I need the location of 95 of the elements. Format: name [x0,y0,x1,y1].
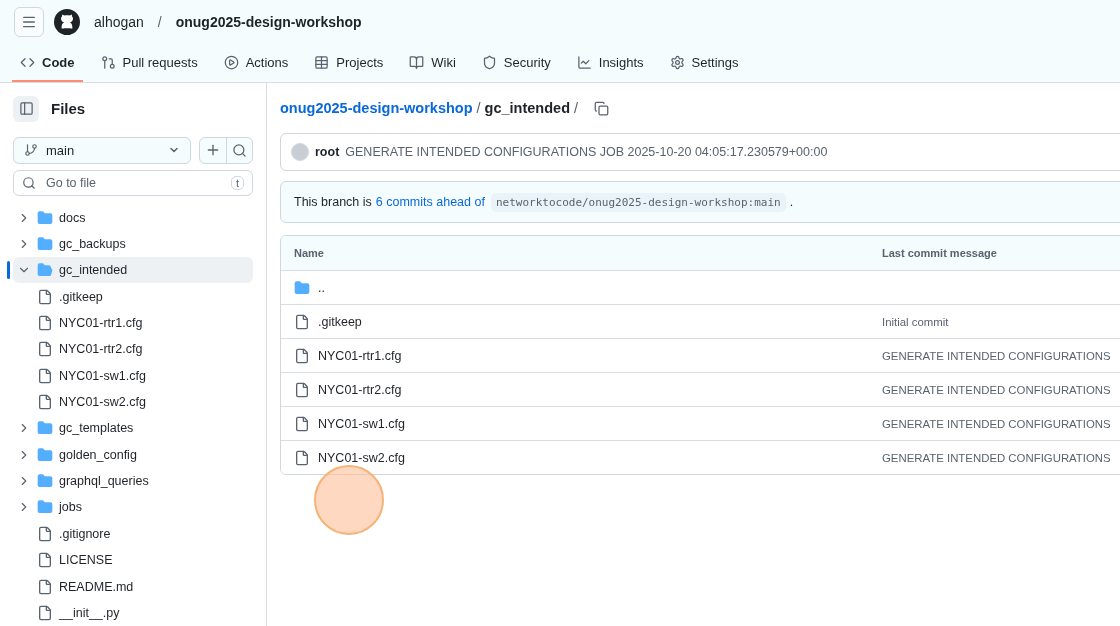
breadcrumb-separator: / [574,100,579,116]
folder-icon [37,262,53,279]
commit-message-cell[interactable]: GENERATE INTENDED CONFIGURATIONS [882,383,1120,396]
folder-icon [37,473,53,490]
file-icon [294,347,310,364]
current-folder: gc_intended [484,100,570,116]
file-icon [294,415,310,432]
repo-tab[interactable]: Insights [568,44,652,82]
repo-tab[interactable]: Projects [306,44,392,82]
commit-message: GENERATE INTENDED CONFIGURATIONS JOB 2025-10-20 04:05:17.230579+00:00 [345,145,828,159]
table-icon [314,54,330,70]
column-header: Name [294,247,325,259]
branch-ref: networktocode/onug2025-design-workshop:main [490,192,786,212]
file-item[interactable]: NYC01-sw2.cfg [13,388,253,416]
folder-item[interactable]: gc_backups [13,230,253,258]
commit-message-cell[interactable]: GENERATE INTENDED CONFIGURATIONS [882,451,1120,464]
search-icon [22,176,36,190]
file-link[interactable]: NYC01-sw1.cfg [318,416,405,431]
file-icon [37,367,53,384]
file-item[interactable]: NYC01-sw1.cfg [13,362,253,389]
go-to-file-field[interactable]: Go to file t [13,169,253,197]
chart-icon [576,54,592,70]
file-icon [37,552,53,569]
file-icon [294,449,310,466]
column-header: Last commit message [882,247,998,259]
search-icon [232,142,247,158]
file-item[interactable]: NYC01-rtr1.cfg [13,309,253,337]
file-icon [294,313,310,330]
breadcrumb-separator: / [476,100,481,116]
folder-icon [37,209,53,226]
folder-icon [294,279,310,296]
commit-message-cell[interactable]: GENERATE INTENDED CONFIGURATIONS [882,349,1120,362]
files-title: Files [51,100,86,118]
commits-ahead-link[interactable]: 6 commits ahead of [375,195,485,209]
pull-request-icon [100,54,116,70]
file-item[interactable]: .gitignore [13,520,253,547]
notice-text: This branch is [294,195,372,209]
folder-item[interactable]: gc_templates [13,415,253,442]
repo-tab[interactable]: Security [473,44,559,82]
play-icon [223,54,239,70]
avatar-icon [291,143,309,161]
go-to-file-input[interactable]: Go to file [44,175,223,191]
folder-item[interactable]: docs [13,204,253,231]
commit-author[interactable]: root [315,145,340,159]
copy-icon [594,100,610,116]
file-link[interactable]: .gitkeep [318,314,362,329]
book-icon [409,54,425,70]
shortcut-key: t [230,176,244,190]
repo-tab[interactable]: Code [12,44,83,82]
github-logo[interactable] [54,9,80,35]
file-link[interactable]: NYC01-rtr2.cfg [318,382,402,397]
folder-item[interactable]: golden_config [13,441,253,468]
file-item[interactable]: NYC01-rtr2.cfg [13,336,253,363]
file-item[interactable]: README.md [13,573,253,600]
copy-path-button[interactable] [594,100,610,116]
file-link[interactable]: NYC01-sw2.cfg [318,450,405,465]
folder-icon [37,235,53,252]
owner-link[interactable]: alhogan [94,14,144,30]
folder-item[interactable]: graphql_queries [13,467,253,495]
repo-tab[interactable]: Wiki [401,44,464,82]
file-icon [37,288,53,305]
folder-icon [37,499,53,516]
repo-tab[interactable]: Pull requests [92,44,206,82]
file-icon [37,525,53,542]
repo-tab[interactable]: Settings [661,44,747,82]
path-separator: / [157,14,162,30]
repo-tab[interactable]: Actions [215,44,297,82]
branch-icon [24,143,38,158]
folder-icon [37,446,53,463]
file-icon [37,314,53,331]
branch-selector[interactable]: main [13,136,191,164]
side-panel-icon [18,101,34,117]
repo-link[interactable]: onug2025-design-workshop [175,14,362,30]
file-item[interactable]: .gitkeep [13,283,253,310]
folder-item[interactable]: jobs [13,494,253,521]
menu-button[interactable] [14,7,44,37]
file-icon [37,578,53,595]
file-icon [294,381,310,398]
file-link[interactable]: NYC01-rtr1.cfg [318,348,402,363]
commit-message-cell[interactable]: GENERATE INTENDED CONFIGURATIONS [882,417,1120,430]
menu-icon [21,14,37,30]
repo-breadcrumb-link[interactable]: onug2025-design-workshop [280,100,473,116]
file-icon [37,394,53,411]
folder-icon [37,420,53,437]
file-icon [37,341,53,358]
parent-folder-link[interactable]: .. [318,280,325,295]
selection-indicator [7,261,10,280]
commit-message-cell[interactable]: Initial commit [882,315,1120,328]
file-item[interactable]: LICENSE [13,547,253,574]
collapse-panel-button[interactable] [13,95,39,122]
shield-icon [481,54,497,70]
file-item[interactable]: __init__.py [13,599,253,626]
file-icon [37,604,53,621]
notice-text: . [789,195,794,209]
settings-icon [669,54,685,70]
